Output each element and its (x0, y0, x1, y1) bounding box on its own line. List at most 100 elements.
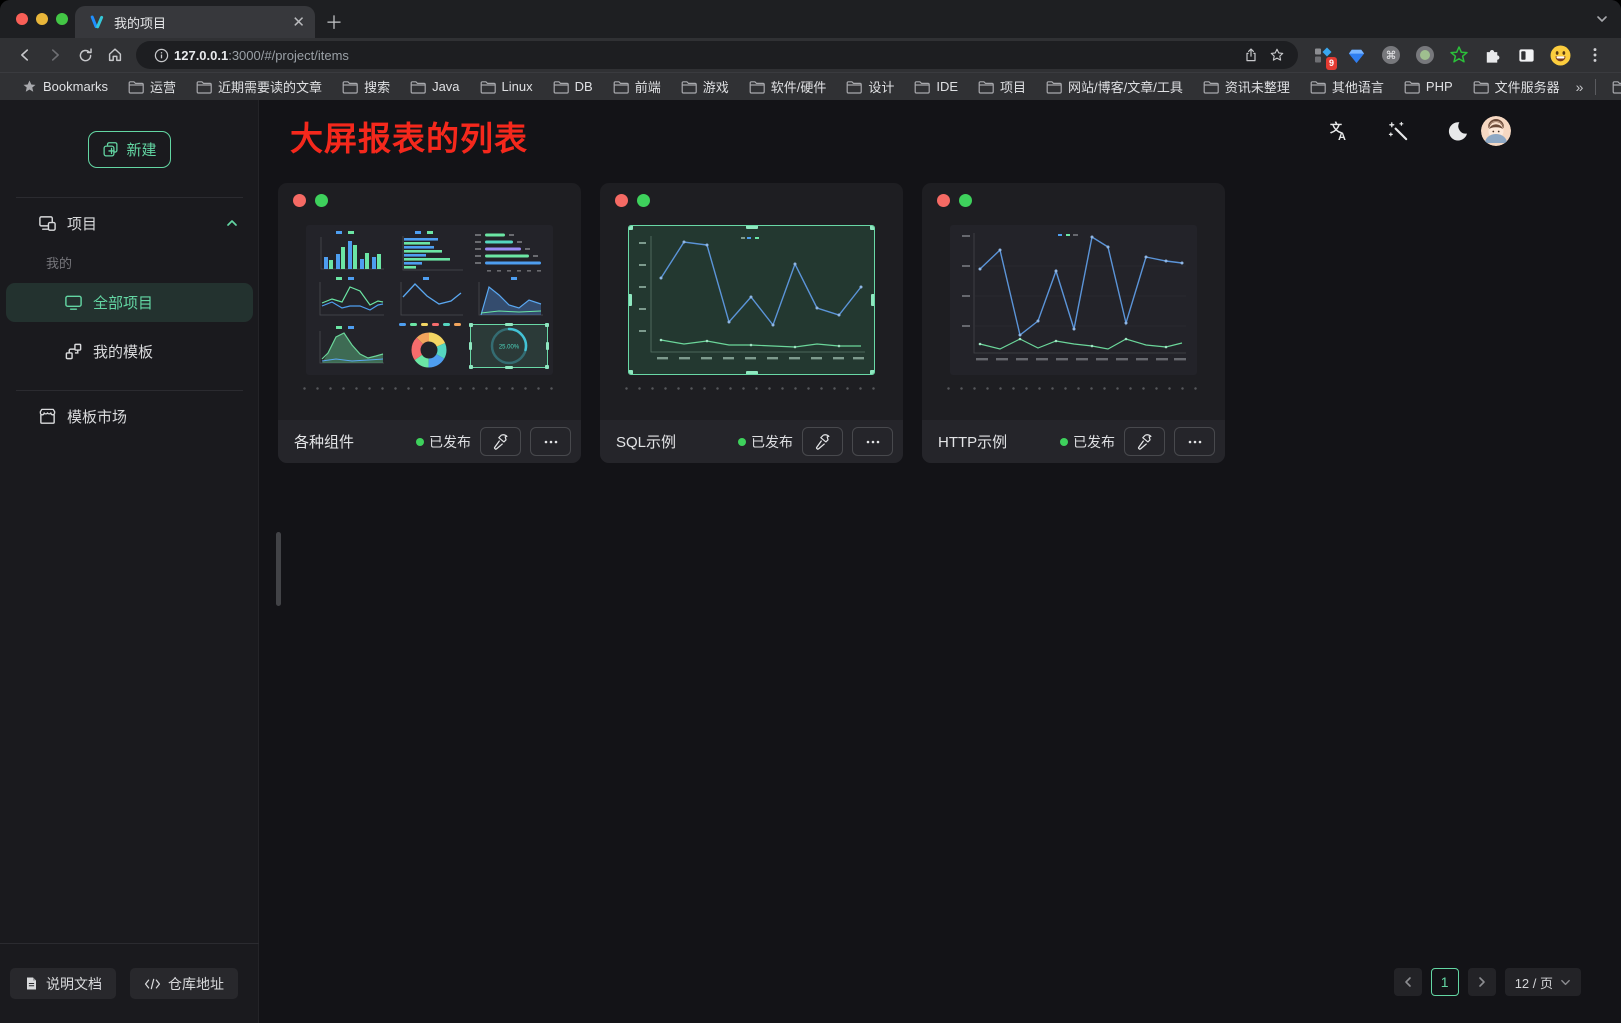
selection-handle[interactable] (546, 342, 549, 350)
extension-record-icon[interactable] (1414, 45, 1435, 66)
side-panel-icon[interactable] (1516, 45, 1537, 66)
bookmark-folder[interactable]: 近期需要读的文章 (188, 74, 330, 99)
sidebar-group-projects[interactable]: 项目 (0, 204, 259, 242)
bookmark-folder[interactable]: 前端 (605, 74, 669, 99)
chevron-up-icon[interactable] (225, 216, 239, 230)
tab-search-chevron-icon[interactable] (1595, 12, 1609, 26)
magic-wand-icon[interactable] (1385, 118, 1411, 144)
prev-page-button[interactable] (1394, 968, 1422, 996)
selection-handle[interactable] (870, 370, 875, 375)
selection-handle[interactable] (628, 370, 633, 375)
language-icon[interactable]: 文A (1325, 118, 1351, 144)
bookmark-folder[interactable]: 其他语言 (1302, 74, 1392, 99)
repo-button[interactable]: 仓库地址 (130, 968, 238, 999)
maximize-window-button[interactable] (56, 13, 68, 25)
other-bookmarks-item[interactable]: 其他书签 (1604, 74, 1621, 99)
bookmark-folder[interactable]: 运营 (120, 74, 184, 99)
bookmark-star-icon[interactable] (1264, 42, 1290, 68)
docs-button[interactable]: 说明文档 (10, 968, 116, 999)
bookmark-folder[interactable]: 项目 (970, 74, 1034, 99)
selection-handle[interactable] (628, 294, 632, 306)
project-thumbnail[interactable] (628, 225, 875, 375)
folder-icon (1310, 80, 1326, 94)
edit-hammer-button[interactable] (1124, 427, 1165, 456)
extension-gem-icon[interactable] (1346, 45, 1367, 66)
more-options-button[interactable] (1174, 427, 1215, 456)
sidebar-item-all-projects[interactable]: 全部项目 (6, 283, 253, 322)
more-options-button[interactable] (852, 427, 893, 456)
selection-handle[interactable] (628, 225, 633, 230)
sidebar-item-label: 模板市场 (67, 406, 127, 427)
selection-handle[interactable] (870, 225, 875, 230)
back-button[interactable] (10, 41, 40, 69)
profile-emoji-avatar[interactable] (1550, 45, 1571, 66)
sidebar-item-my-templates[interactable]: 我的模板 (6, 332, 253, 371)
macos-traffic-lights[interactable] (16, 13, 68, 25)
home-button[interactable] (100, 41, 130, 69)
bookmark-folder[interactable]: PHP (1396, 76, 1461, 97)
share-icon[interactable] (1238, 42, 1264, 68)
site-info-icon[interactable] (148, 42, 174, 68)
extension-green-star-icon[interactable] (1448, 45, 1469, 66)
page-size-select[interactable]: 12 / 页 (1505, 968, 1581, 996)
bookmark-folder[interactable]: 网站/博客/文章/工具 (1038, 74, 1191, 99)
edit-hammer-button[interactable] (480, 427, 521, 456)
tab-close-icon[interactable]: ✕ (292, 15, 305, 30)
selection-handle[interactable] (505, 366, 513, 369)
folder-icon (978, 80, 994, 94)
sidebar-item-template-market[interactable]: 模板市场 (0, 397, 259, 435)
selection-handle[interactable] (469, 365, 473, 369)
forward-button[interactable] (40, 41, 70, 69)
card-window-dots (293, 194, 328, 207)
bookmark-folder[interactable]: Java (402, 76, 467, 97)
bookmark-folder[interactable]: DB (545, 76, 601, 97)
new-tab-button[interactable]: ＋ (322, 10, 346, 34)
selection-box (470, 324, 548, 368)
more-options-button[interactable] (530, 427, 571, 456)
sidebar-footer: 说明文档 仓库地址 (0, 943, 259, 1023)
extensions-puzzle-icon[interactable] (1482, 45, 1503, 66)
ellipsis-icon (865, 434, 881, 450)
mini-donut-chart (390, 321, 470, 371)
selection-handle[interactable] (545, 323, 549, 327)
selection-handle[interactable] (469, 342, 472, 350)
selection-handle[interactable] (746, 225, 758, 229)
project-name: HTTP示例 (938, 431, 1051, 452)
user-avatar[interactable] (1481, 116, 1511, 146)
reload-button[interactable] (70, 41, 100, 69)
selection-handle[interactable] (746, 371, 758, 375)
bookmark-folder[interactable]: 设计 (838, 74, 902, 99)
selection-handle[interactable] (469, 323, 473, 327)
address-bar[interactable]: 127.0.0.1:3000/#/project/items (136, 41, 1298, 69)
dark-mode-moon-icon[interactable] (1445, 118, 1471, 144)
bookmark-folder[interactable]: 游戏 (673, 74, 737, 99)
browser-menu-icon[interactable] (1584, 45, 1605, 66)
extension-command-icon[interactable]: ⌘ (1380, 45, 1401, 66)
new-project-button[interactable]: 新建 (88, 131, 171, 168)
project-thumbnail[interactable]: 25.00% (306, 225, 553, 375)
bookmark-folder[interactable]: Linux (472, 76, 541, 97)
selection-handle[interactable] (871, 294, 875, 306)
bookmark-folder[interactable]: IDE (906, 76, 966, 97)
bookmarks-manager-item[interactable]: Bookmarks (14, 76, 116, 97)
current-page-button[interactable]: 1 (1431, 968, 1459, 996)
project-name: 各种组件 (294, 431, 407, 452)
bookmark-folder-label: DB (575, 79, 593, 94)
bookmark-folder-label: 搜索 (364, 77, 390, 96)
selection-handle[interactable] (505, 323, 513, 326)
bookmarks-overflow-chevron[interactable]: » (1572, 79, 1588, 95)
bookmark-folder[interactable]: 资讯未整理 (1195, 74, 1298, 99)
browser-tab[interactable]: 我的项目 ✕ (75, 6, 315, 38)
bookmark-folder[interactable]: 文件服务器 (1465, 74, 1568, 99)
repo-button-label: 仓库地址 (168, 974, 224, 994)
minimize-window-button[interactable] (36, 13, 48, 25)
bookmark-folder[interactable]: 搜索 (334, 74, 398, 99)
project-thumbnail[interactable] (950, 225, 1197, 375)
edit-hammer-button[interactable] (802, 427, 843, 456)
selection-handle[interactable] (545, 365, 549, 369)
close-window-button[interactable] (16, 13, 28, 25)
next-page-button[interactable] (1468, 968, 1496, 996)
scrollbar-thumb[interactable] (276, 532, 281, 606)
extension-blocks-icon[interactable]: 9 (1312, 45, 1333, 66)
bookmark-folder[interactable]: 软件/硬件 (741, 74, 835, 99)
